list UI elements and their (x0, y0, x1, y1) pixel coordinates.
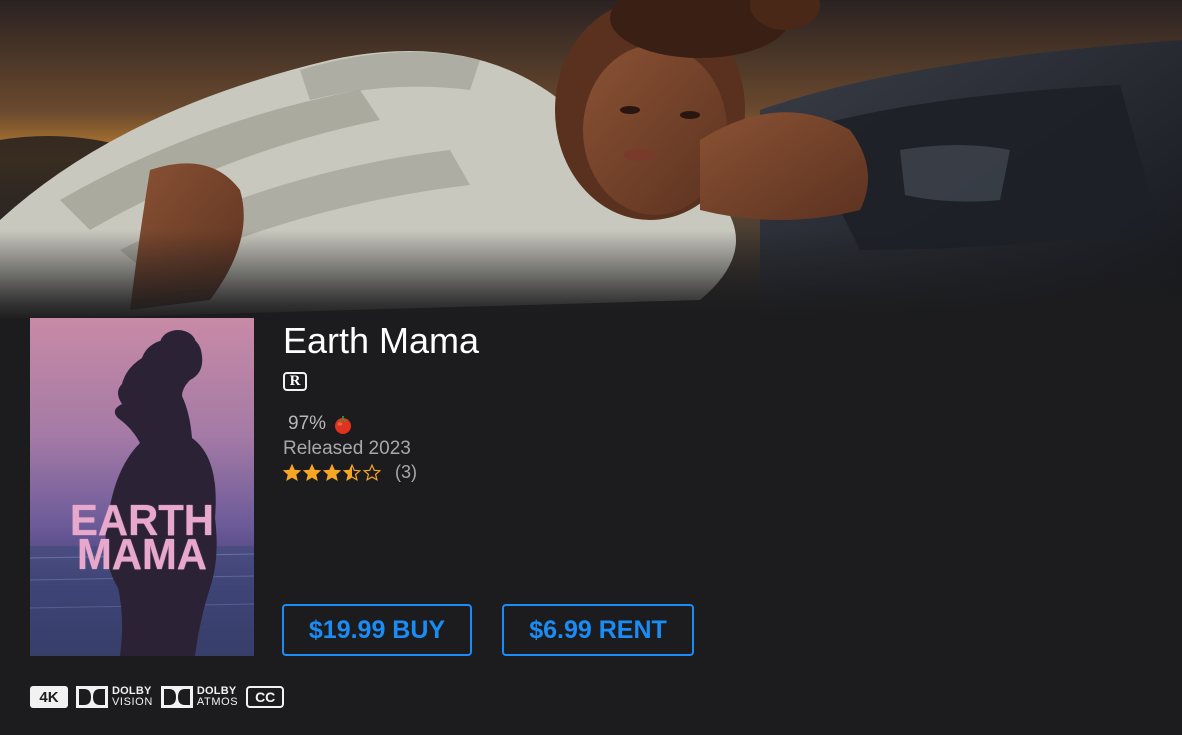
star-full-icon (283, 463, 301, 481)
dolby-logo-icon (160, 686, 193, 708)
star-icons (283, 463, 381, 482)
hero-backdrop-image (0, 0, 1182, 320)
hero-fade (0, 230, 1182, 320)
dolby-vision-badge: DOLBY VISION (76, 684, 153, 710)
star-full-icon (323, 463, 341, 481)
star-half-icon (343, 463, 361, 481)
release-year: Released 2023 (283, 438, 411, 459)
rotten-tomatoes-score: 97% (288, 413, 354, 435)
dolby-vision-label-bottom: VISION (112, 696, 153, 708)
buy-button[interactable]: $19.99 BUY (282, 604, 472, 656)
movie-detail-page: EARTH MAMA Earth Mama R 97% Released 202… (0, 0, 1182, 735)
tomatometer-value: 97% (288, 413, 327, 434)
tomato-icon (335, 416, 352, 434)
dolby-atmos-label-bottom: ATMOS (196, 696, 239, 708)
movie-poster[interactable]: EARTH MAMA (30, 318, 254, 656)
rating-count: (3) (395, 462, 417, 482)
format-badges: 4K DOLBY VISION DOLBY ATMOS CC (30, 684, 285, 710)
star-rating: (3) (283, 462, 417, 483)
4k-badge: 4K (30, 686, 68, 708)
mpaa-rating-badge: R (283, 372, 307, 391)
poster-silhouette (30, 330, 254, 656)
dolby-atmos-badge: DOLBY ATMOS (160, 684, 239, 710)
poster-title-line2: MAMA (76, 530, 208, 579)
movie-title: Earth Mama (283, 320, 480, 361)
dolby-logo-icon (76, 686, 108, 708)
closed-captions-badge: CC (246, 686, 285, 708)
poster-title: EARTH MAMA (36, 499, 249, 579)
star-full-icon (303, 463, 321, 481)
rent-button[interactable]: $6.99 RENT (502, 604, 694, 656)
star-empty-icon (363, 463, 381, 481)
